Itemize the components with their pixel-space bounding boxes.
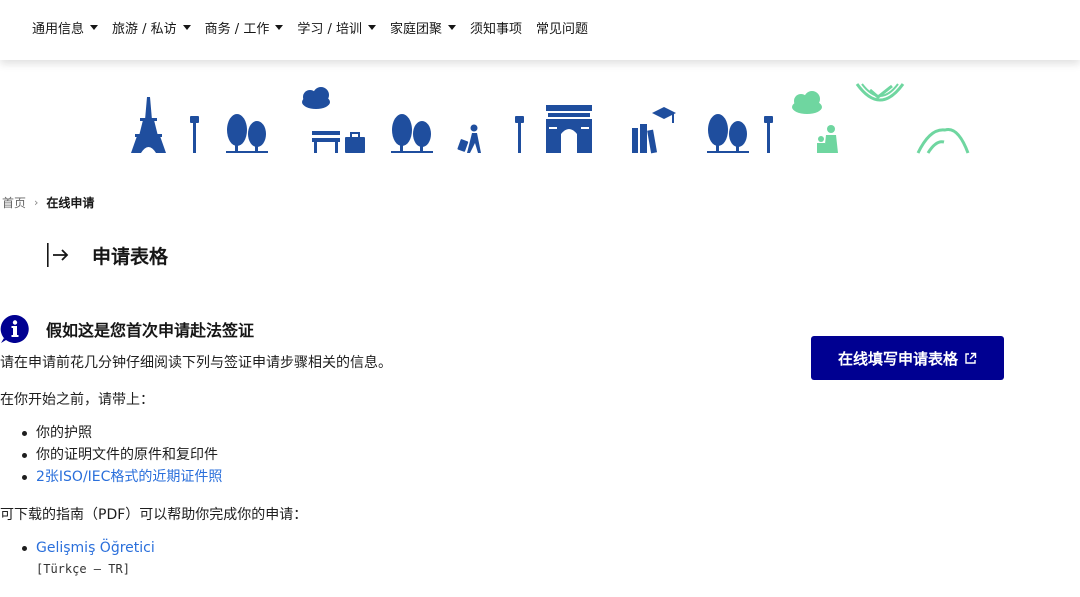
nav-item-tourism[interactable]: 旅游 / 私访 [112, 18, 191, 37]
trees-icon-2 [391, 114, 433, 153]
nav-item-business[interactable]: 商务 / 工作 [205, 18, 284, 37]
nav-item-label: 须知事项 [470, 22, 523, 37]
cloud-icon [302, 87, 330, 109]
briefcase-icon [345, 132, 365, 153]
apply-online-label: 在线填写申请表格 [837, 349, 958, 368]
guide-text: 可下载的指南（PDF）可以帮助你完成你的申请： [0, 507, 308, 523]
trees-icon-3 [707, 114, 749, 153]
list-item: 2张ISO/IEC格式的近期证件照 [22, 466, 222, 488]
trees-icon [226, 114, 268, 153]
section-header: 申请表格 [46, 240, 168, 270]
nav-item-notices[interactable]: 须知事项 [470, 18, 522, 37]
info-icon [0, 314, 29, 343]
before-start-text: 在你开始之前，请带上： [0, 392, 154, 408]
nav-item-faq[interactable]: 常见问题 [536, 18, 588, 37]
photo-requirements-link[interactable]: 2张ISO/IEC格式的近期证件照 [36, 469, 222, 485]
cloud-green-icon [792, 91, 822, 114]
chevron-down-icon [182, 25, 191, 30]
breadcrumb-home-link[interactable]: 首页 [2, 194, 26, 211]
traveller-icon [457, 124, 481, 153]
nav-item-family[interactable]: 家庭团聚 [390, 18, 456, 37]
stamp-icon [855, 83, 905, 102]
guides-list: Gelişmiş Öğretici [Türkçe – TR] [22, 537, 155, 579]
street-lamp-icon-2 [515, 116, 524, 153]
nav-item-label: 通用信息 [32, 22, 85, 37]
street-lamp-icon [190, 116, 199, 153]
nav-item-label: 学习 / 培训 [297, 22, 362, 37]
chevron-down-icon [90, 25, 99, 30]
top-navigation: 通用信息 旅游 / 私访 商务 / 工作 学习 / 培训 家庭团聚 须知事项 常… [0, 0, 1080, 60]
street-lamp-icon-3 [764, 116, 773, 153]
chevron-right-icon: › [34, 196, 39, 209]
page-title: 申请表格 [92, 245, 169, 268]
apply-online-button[interactable]: 在线填写申请表格 [811, 336, 1004, 380]
nav-item-study[interactable]: 学习 / 培训 [297, 18, 376, 37]
nav-menu: 通用信息 旅游 / 私访 商务 / 工作 学习 / 培训 家庭团聚 须知事项 常… [32, 18, 602, 37]
eiffel-tower-icon [131, 97, 166, 153]
chevron-down-icon [367, 25, 376, 30]
guide-link[interactable]: Gelişmiş Öğretici [36, 540, 155, 556]
illustration-banner [131, 83, 970, 154]
list-item: 你的护照 [22, 422, 222, 444]
nav-item-label: 家庭团聚 [389, 22, 442, 37]
info-header: 假如这是您首次申请赴法签证 [0, 314, 254, 344]
external-link-icon [965, 352, 977, 364]
chevron-down-icon [448, 25, 456, 30]
requirements-list: 你的护照 你的证明文件的原件和复印件 2张ISO/IEC格式的近期证件照 [22, 422, 222, 488]
arrow-right-icon [47, 243, 69, 267]
family-icon [817, 125, 838, 153]
breadcrumb: 首页 › 在线申请 [2, 194, 94, 211]
list-item: Gelişmiş Öğretici [Türkçe – TR] [22, 537, 155, 579]
books-icon [632, 107, 676, 154]
nav-item-label: 常见问题 [536, 22, 589, 37]
bench-icon [312, 131, 340, 153]
nav-item-label: 旅游 / 私访 [112, 22, 177, 37]
hills-icon [916, 128, 970, 154]
nav-item-label: 商务 / 工作 [204, 22, 270, 37]
chevron-down-icon [275, 25, 284, 30]
info-title: 假如这是您首次申请赴法签证 [46, 321, 255, 340]
guide-language: [Türkçe – TR] [36, 562, 130, 576]
arc-de-triomphe-icon [546, 105, 592, 153]
breadcrumb-current: 在线申请 [46, 196, 95, 210]
nav-item-general-info[interactable]: 通用信息 [32, 18, 99, 37]
list-item: 你的证明文件的原件和复印件 [22, 444, 222, 466]
intro-text: 请在申请前花几分钟仔细阅读下列与签证申请步骤相关的信息。 [0, 355, 392, 371]
